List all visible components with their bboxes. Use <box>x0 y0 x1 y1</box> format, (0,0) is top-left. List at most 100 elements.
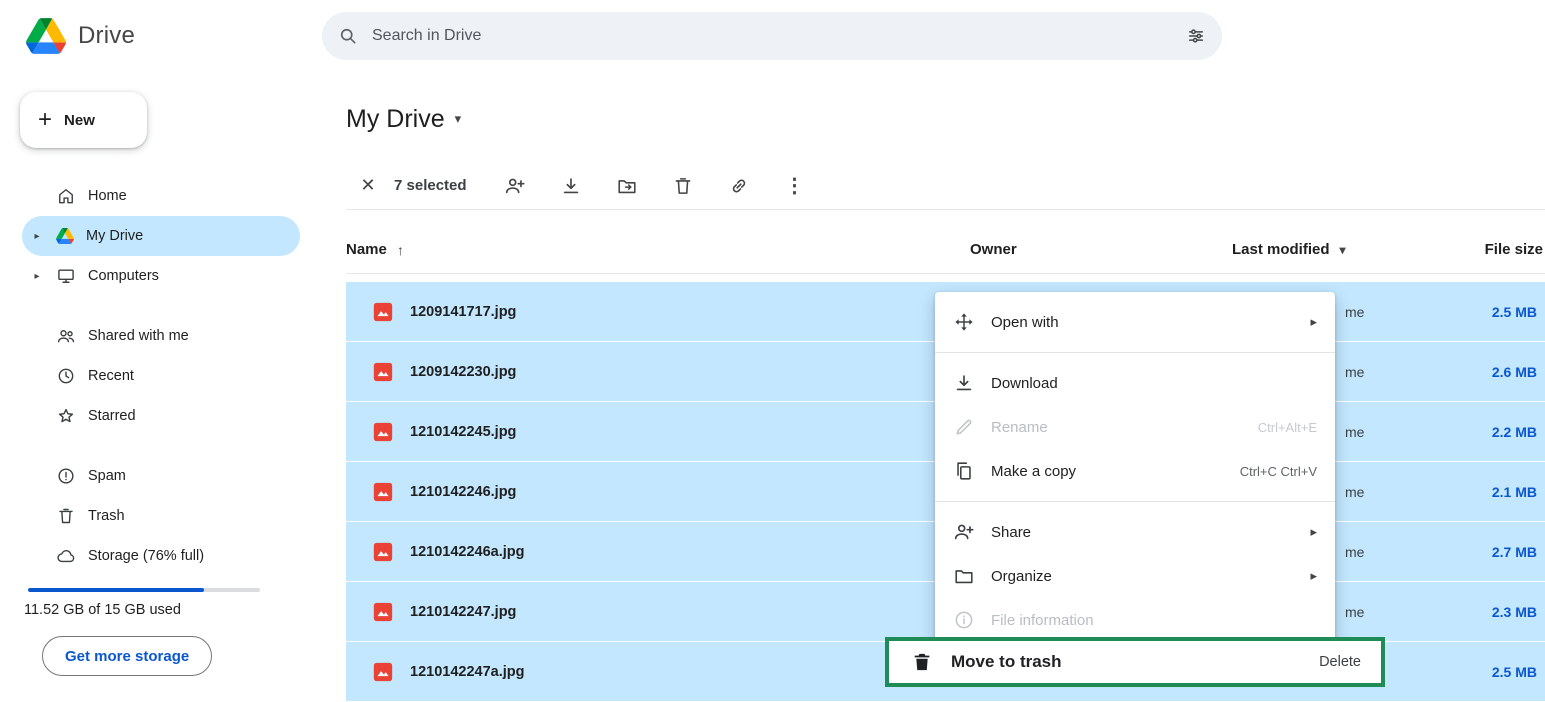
sidebar-item-label: Home <box>88 188 127 204</box>
search-bar[interactable] <box>322 12 1222 60</box>
file-name-cell: 1210142246a.jpg <box>346 541 970 563</box>
context-menu: Open with ▸ Download Rename Ctrl+Alt+E M… <box>935 292 1335 650</box>
move-button[interactable] <box>615 174 639 198</box>
dropdown-caret-icon: ▾ <box>455 111 462 127</box>
drive-logo-icon <box>26 18 66 54</box>
main-content: My Drive ▾ ✕ 7 selected <box>320 72 1545 693</box>
expand-arrow-icon[interactable]: ▸ <box>30 271 44 282</box>
menu-item-label: Rename <box>991 419 1048 436</box>
file-name-cell: 1210142247.jpg <box>346 601 970 623</box>
column-header-file-size: File size <box>1460 241 1545 258</box>
menu-item-move-to-trash[interactable]: Move to trash Delete <box>885 637 1385 687</box>
file-size-cell: 2.6 MB <box>1460 364 1545 380</box>
link-icon <box>728 175 750 197</box>
file-name-cell: 1210142245.jpg <box>346 421 970 443</box>
search-icon <box>338 26 358 46</box>
image-file-icon <box>372 601 394 623</box>
more-vertical-icon: ⋮ <box>785 173 805 198</box>
trash-button[interactable] <box>671 174 695 198</box>
menu-divider <box>935 352 1335 353</box>
sidebar-item-computers[interactable]: ▸ Computers <box>22 256 300 296</box>
sidebar: Drive + New Home ▸ <box>0 0 320 693</box>
page-title-text: My Drive <box>346 105 445 134</box>
image-file-icon <box>372 421 394 443</box>
sidebar-item-starred[interactable]: Starred <box>22 396 300 436</box>
download-button[interactable] <box>559 174 583 198</box>
menu-shortcut: Ctrl+C Ctrl+V <box>1240 464 1317 479</box>
menu-item-share[interactable]: Share ▸ <box>935 510 1335 554</box>
menu-item-organize[interactable]: Organize ▸ <box>935 554 1335 598</box>
sidebar-item-shared-with-me[interactable]: Shared with me <box>22 316 300 356</box>
menu-shortcut: Ctrl+Alt+E <box>1258 420 1317 435</box>
menu-item-make-a-copy[interactable]: Make a copy Ctrl+C Ctrl+V <box>935 449 1335 493</box>
menu-item-label: Download <box>991 375 1058 392</box>
search-input[interactable] <box>372 27 1172 45</box>
column-header-name[interactable]: Name ↑ <box>346 241 970 258</box>
file-size: 2.6 MB <box>1492 364 1537 380</box>
file-name: 1209142230.jpg <box>410 364 516 380</box>
copy-icon <box>953 460 975 482</box>
menu-item-download[interactable]: Download <box>935 361 1335 405</box>
modified-by: me <box>1345 304 1364 320</box>
menu-item-label: Organize <box>991 568 1052 585</box>
my-drive-icon <box>56 228 74 244</box>
file-name: 1210142247.jpg <box>410 604 516 620</box>
search-options-icon[interactable] <box>1186 26 1206 46</box>
menu-shortcut: Delete <box>1319 654 1361 670</box>
image-file-icon <box>372 481 394 503</box>
trash-icon <box>672 175 694 197</box>
selection-toolbar: ✕ 7 selected <box>346 162 1545 210</box>
new-button-label: New <box>64 112 95 129</box>
image-file-icon <box>372 541 394 563</box>
cloud-icon <box>56 546 76 566</box>
get-more-storage-button[interactable]: Get more storage <box>42 636 212 676</box>
copy-link-button[interactable] <box>727 174 751 198</box>
star-icon <box>56 406 76 426</box>
modified-by: me <box>1345 424 1364 440</box>
column-header-last-modified[interactable]: Last modified ▾ <box>1232 241 1460 258</box>
clear-selection-button[interactable]: ✕ <box>356 175 380 196</box>
column-header-owner: Owner <box>970 241 1232 258</box>
file-name-cell: 1209141717.jpg <box>346 301 970 323</box>
file-size: 2.7 MB <box>1492 544 1537 560</box>
file-size: 2.3 MB <box>1492 604 1537 620</box>
menu-item-open-with[interactable]: Open with ▸ <box>935 300 1335 344</box>
file-name: 1210142247a.jpg <box>410 664 524 680</box>
sidebar-item-storage[interactable]: Storage (76% full) <box>22 536 300 576</box>
sidebar-item-label: Recent <box>88 368 134 384</box>
download-icon <box>953 372 975 394</box>
info-icon <box>953 609 975 631</box>
sidebar-item-home[interactable]: Home <box>22 176 300 216</box>
sidebar-nav: Home ▸ My Drive ▸ Computers <box>0 176 320 576</box>
modified-by: me <box>1345 544 1364 560</box>
share-button[interactable] <box>503 174 527 198</box>
storage-progress-bar <box>28 588 260 592</box>
file-size: 2.2 MB <box>1492 424 1537 440</box>
sidebar-item-label: My Drive <box>86 228 143 244</box>
submenu-arrow-icon: ▸ <box>1310 524 1317 540</box>
trash-icon <box>56 506 76 526</box>
sidebar-item-my-drive[interactable]: ▸ My Drive <box>22 216 300 256</box>
page-title[interactable]: My Drive ▾ <box>346 102 1545 136</box>
sidebar-item-recent[interactable]: Recent <box>22 356 300 396</box>
sidebar-item-label: Storage (76% full) <box>88 548 204 564</box>
new-button[interactable]: + New <box>20 92 147 148</box>
app-title: Drive <box>78 22 135 50</box>
move-to-folder-icon <box>616 175 638 197</box>
open-with-icon <box>953 311 975 333</box>
selected-count: 7 selected <box>394 177 467 194</box>
people-icon <box>56 326 76 346</box>
file-name: 1210142246.jpg <box>410 484 516 500</box>
image-file-icon <box>372 361 394 383</box>
sidebar-item-label: Trash <box>88 508 125 524</box>
sidebar-item-spam[interactable]: Spam <box>22 456 300 496</box>
dropdown-caret-icon: ▾ <box>1340 243 1346 257</box>
sidebar-item-trash[interactable]: Trash <box>22 496 300 536</box>
modified-by: me <box>1345 484 1364 500</box>
menu-item-rename: Rename Ctrl+Alt+E <box>935 405 1335 449</box>
modified-by: me <box>1345 364 1364 380</box>
expand-arrow-icon[interactable]: ▸ <box>30 231 44 242</box>
menu-item-label: Share <box>991 524 1031 541</box>
more-actions-button[interactable]: ⋮ <box>783 174 807 198</box>
modified-by: me <box>1345 604 1364 620</box>
